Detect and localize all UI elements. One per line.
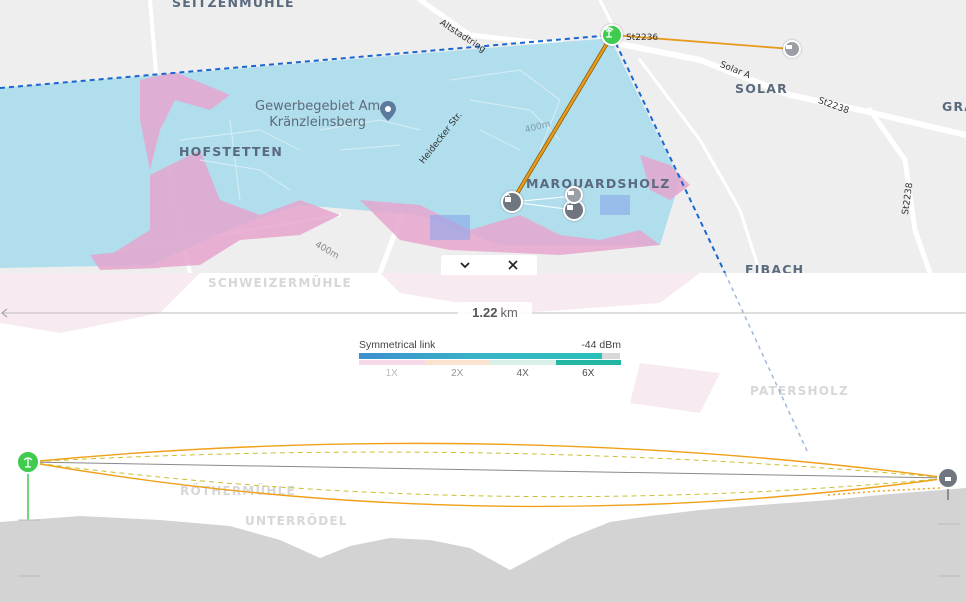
legend-signal-value: -44 dBm (581, 339, 621, 351)
place-label-seitzenmuehle: SEITZENMÜHLE (172, 0, 295, 10)
modulation-label-6x: 6X (582, 368, 595, 379)
coverage-map[interactable]: SEITZENMÜHLE HOFSTETTEN MARQUARDSHOLZ SO… (0, 0, 966, 273)
ghost-label-patersholz: PATERSHOLZ (750, 384, 849, 398)
cpe-icon[interactable] (937, 467, 959, 489)
antenna-icon[interactable] (16, 450, 40, 474)
signal-strength-bar (359, 353, 620, 359)
modulation-label-2x: 2X (451, 368, 464, 379)
line-of-sight (27, 461, 949, 479)
modulation-seg-2x (424, 360, 490, 365)
cpe-icon[interactable] (565, 186, 583, 204)
ghost-label-schweizermuehle: SCHWEIZERMÜHLE (208, 276, 352, 290)
modulation-seg-1x (359, 360, 425, 365)
poi-label-line1: Gewerbegebiet Am (255, 99, 381, 114)
distance-ruler: 1.22 km (0, 302, 966, 324)
chevron-down-icon[interactable] (453, 256, 477, 274)
modulation-label-1x: 1X (385, 368, 398, 379)
distance-unit: km (500, 305, 518, 320)
signal-strength-fill (359, 353, 602, 359)
place-label-solar: SOLAR (735, 81, 788, 96)
place-label-gra: GRA (942, 99, 966, 114)
antenna-icon[interactable] (601, 24, 623, 46)
road-label-st2236: St2236 (626, 33, 659, 43)
fresnel-zone-inner (27, 451, 949, 498)
panel-tab (441, 255, 537, 275)
place-label-hofstetten: HOFSTETTEN (179, 144, 284, 159)
modulation-seg-4x (490, 360, 556, 365)
legend-title: Symmetrical link (359, 339, 436, 351)
elevation-profile (0, 442, 966, 602)
place-label-fibach: FIBACH (745, 262, 805, 273)
close-icon[interactable] (501, 256, 525, 274)
modulation-seg-6x (555, 360, 621, 365)
poi-label[interactable]: Gewerbegebiet Am Kränzleinsberg (255, 99, 380, 131)
cpe-icon[interactable] (783, 40, 801, 58)
distance-value: 1.22 (472, 305, 498, 320)
map-canvas[interactable] (0, 0, 966, 273)
link-legend: Symmetrical link -44 dBm 1X 2X 4X 6X (359, 339, 621, 379)
modulation-label-4x: 4X (516, 368, 529, 379)
cpe-icon[interactable] (501, 191, 523, 213)
modulation-scale (359, 360, 621, 365)
terrain-profile (0, 488, 966, 602)
poi-label-line2: Kränzleinsberg (269, 115, 366, 130)
distance-readout: 1.22 km (458, 302, 532, 324)
place-label-marquardsholz: MARQUARDSHOLZ (526, 176, 671, 191)
